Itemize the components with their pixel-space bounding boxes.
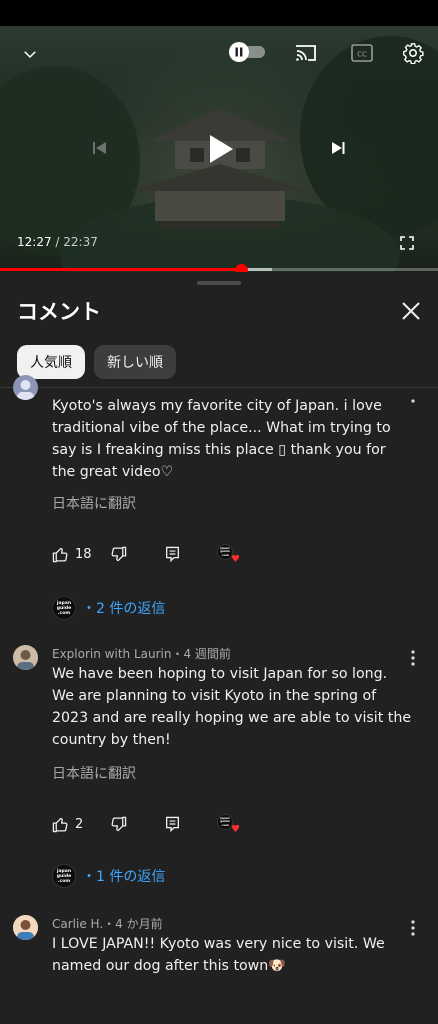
divider: [0, 387, 438, 388]
current-time: 12:27: [17, 235, 52, 249]
video-player[interactable]: CC 12:27 / 22:37: [0, 26, 438, 272]
reply-icon: [166, 546, 179, 562]
duration: 22:37: [63, 235, 98, 249]
channel-logo: japan guide .com: [52, 596, 76, 620]
like-count: 2: [75, 817, 84, 832]
creator-heart-badge: japan guide .com ♥: [217, 814, 240, 835]
comment-text: Kyoto's always my favorite city of Japan…: [52, 398, 396, 480]
cast-icon[interactable]: [293, 40, 319, 66]
autoplay-toggle[interactable]: [227, 41, 269, 63]
like-count: 18: [75, 547, 92, 562]
reply-icon: [166, 816, 179, 832]
dislike-button[interactable]: [110, 546, 127, 563]
captions-icon[interactable]: CC: [350, 42, 374, 64]
thumbs-down-icon: [111, 546, 127, 562]
next-video-icon[interactable]: [326, 136, 350, 160]
avatar[interactable]: [13, 915, 38, 940]
comment-text: We have been hoping to visit Japan for s…: [52, 666, 416, 748]
replies-count: ・2 件の返信: [82, 601, 166, 617]
comment-text: I LOVE JAPAN!! Kyoto was very nice to vi…: [52, 936, 390, 974]
view-replies-button[interactable]: japan guide .com ・2 件の返信: [52, 596, 165, 620]
replies-count: ・1 件の返信: [82, 869, 166, 885]
progress-bar[interactable]: [0, 268, 438, 271]
time-separator: /: [51, 235, 64, 249]
channel-logo: japan guide .com: [52, 864, 76, 888]
play-icon[interactable]: [200, 128, 242, 170]
svg-text:CC: CC: [357, 51, 367, 59]
like-button[interactable]: 2: [52, 816, 83, 833]
avatar[interactable]: [13, 645, 38, 670]
sort-chip-top[interactable]: 人気順: [17, 345, 85, 379]
reply-button[interactable]: [165, 546, 180, 562]
sort-chips: 人気順 新しい順: [17, 345, 176, 379]
translate-link[interactable]: 日本語に翻訳: [52, 493, 136, 513]
comments-panel: コメント 人気順 新しい順 Kyoto's always my favorite…: [0, 272, 438, 1024]
sort-chip-newest[interactable]: 新しい順: [94, 345, 176, 379]
heart-icon: ♥: [231, 824, 240, 835]
translate-link[interactable]: 日本語に翻訳: [52, 763, 136, 783]
pavilion-image: [130, 108, 310, 229]
thumbs-up-icon: [52, 547, 68, 563]
dislike-button[interactable]: [110, 816, 127, 833]
previous-video-icon[interactable]: [88, 136, 112, 160]
avatar[interactable]: [13, 375, 38, 400]
drag-handle[interactable]: [197, 281, 241, 285]
heart-icon: ♥: [231, 554, 240, 565]
video-timecode: 12:27 / 22:37: [17, 235, 98, 249]
comment-author[interactable]: Carlie H.・4 か月前: [52, 915, 163, 932]
thumbs-down-icon: [111, 816, 127, 832]
status-bar: [0, 0, 438, 26]
settings-gear-icon[interactable]: [400, 40, 426, 66]
reply-button[interactable]: [165, 816, 180, 832]
minimize-chevron-icon[interactable]: [18, 42, 42, 66]
view-replies-button[interactable]: japan guide .com ・1 件の返信: [52, 864, 165, 888]
creator-heart-badge: japan guide .com ♥: [217, 544, 240, 565]
played-bar: [0, 268, 241, 271]
thumbs-up-icon: [52, 817, 68, 833]
panel-title: コメント: [17, 300, 101, 324]
close-icon[interactable]: [399, 299, 427, 327]
fullscreen-icon[interactable]: [396, 232, 418, 254]
like-button[interactable]: 18: [52, 546, 92, 563]
comment-author[interactable]: Explorin with Laurin・4 週間前: [52, 645, 231, 662]
